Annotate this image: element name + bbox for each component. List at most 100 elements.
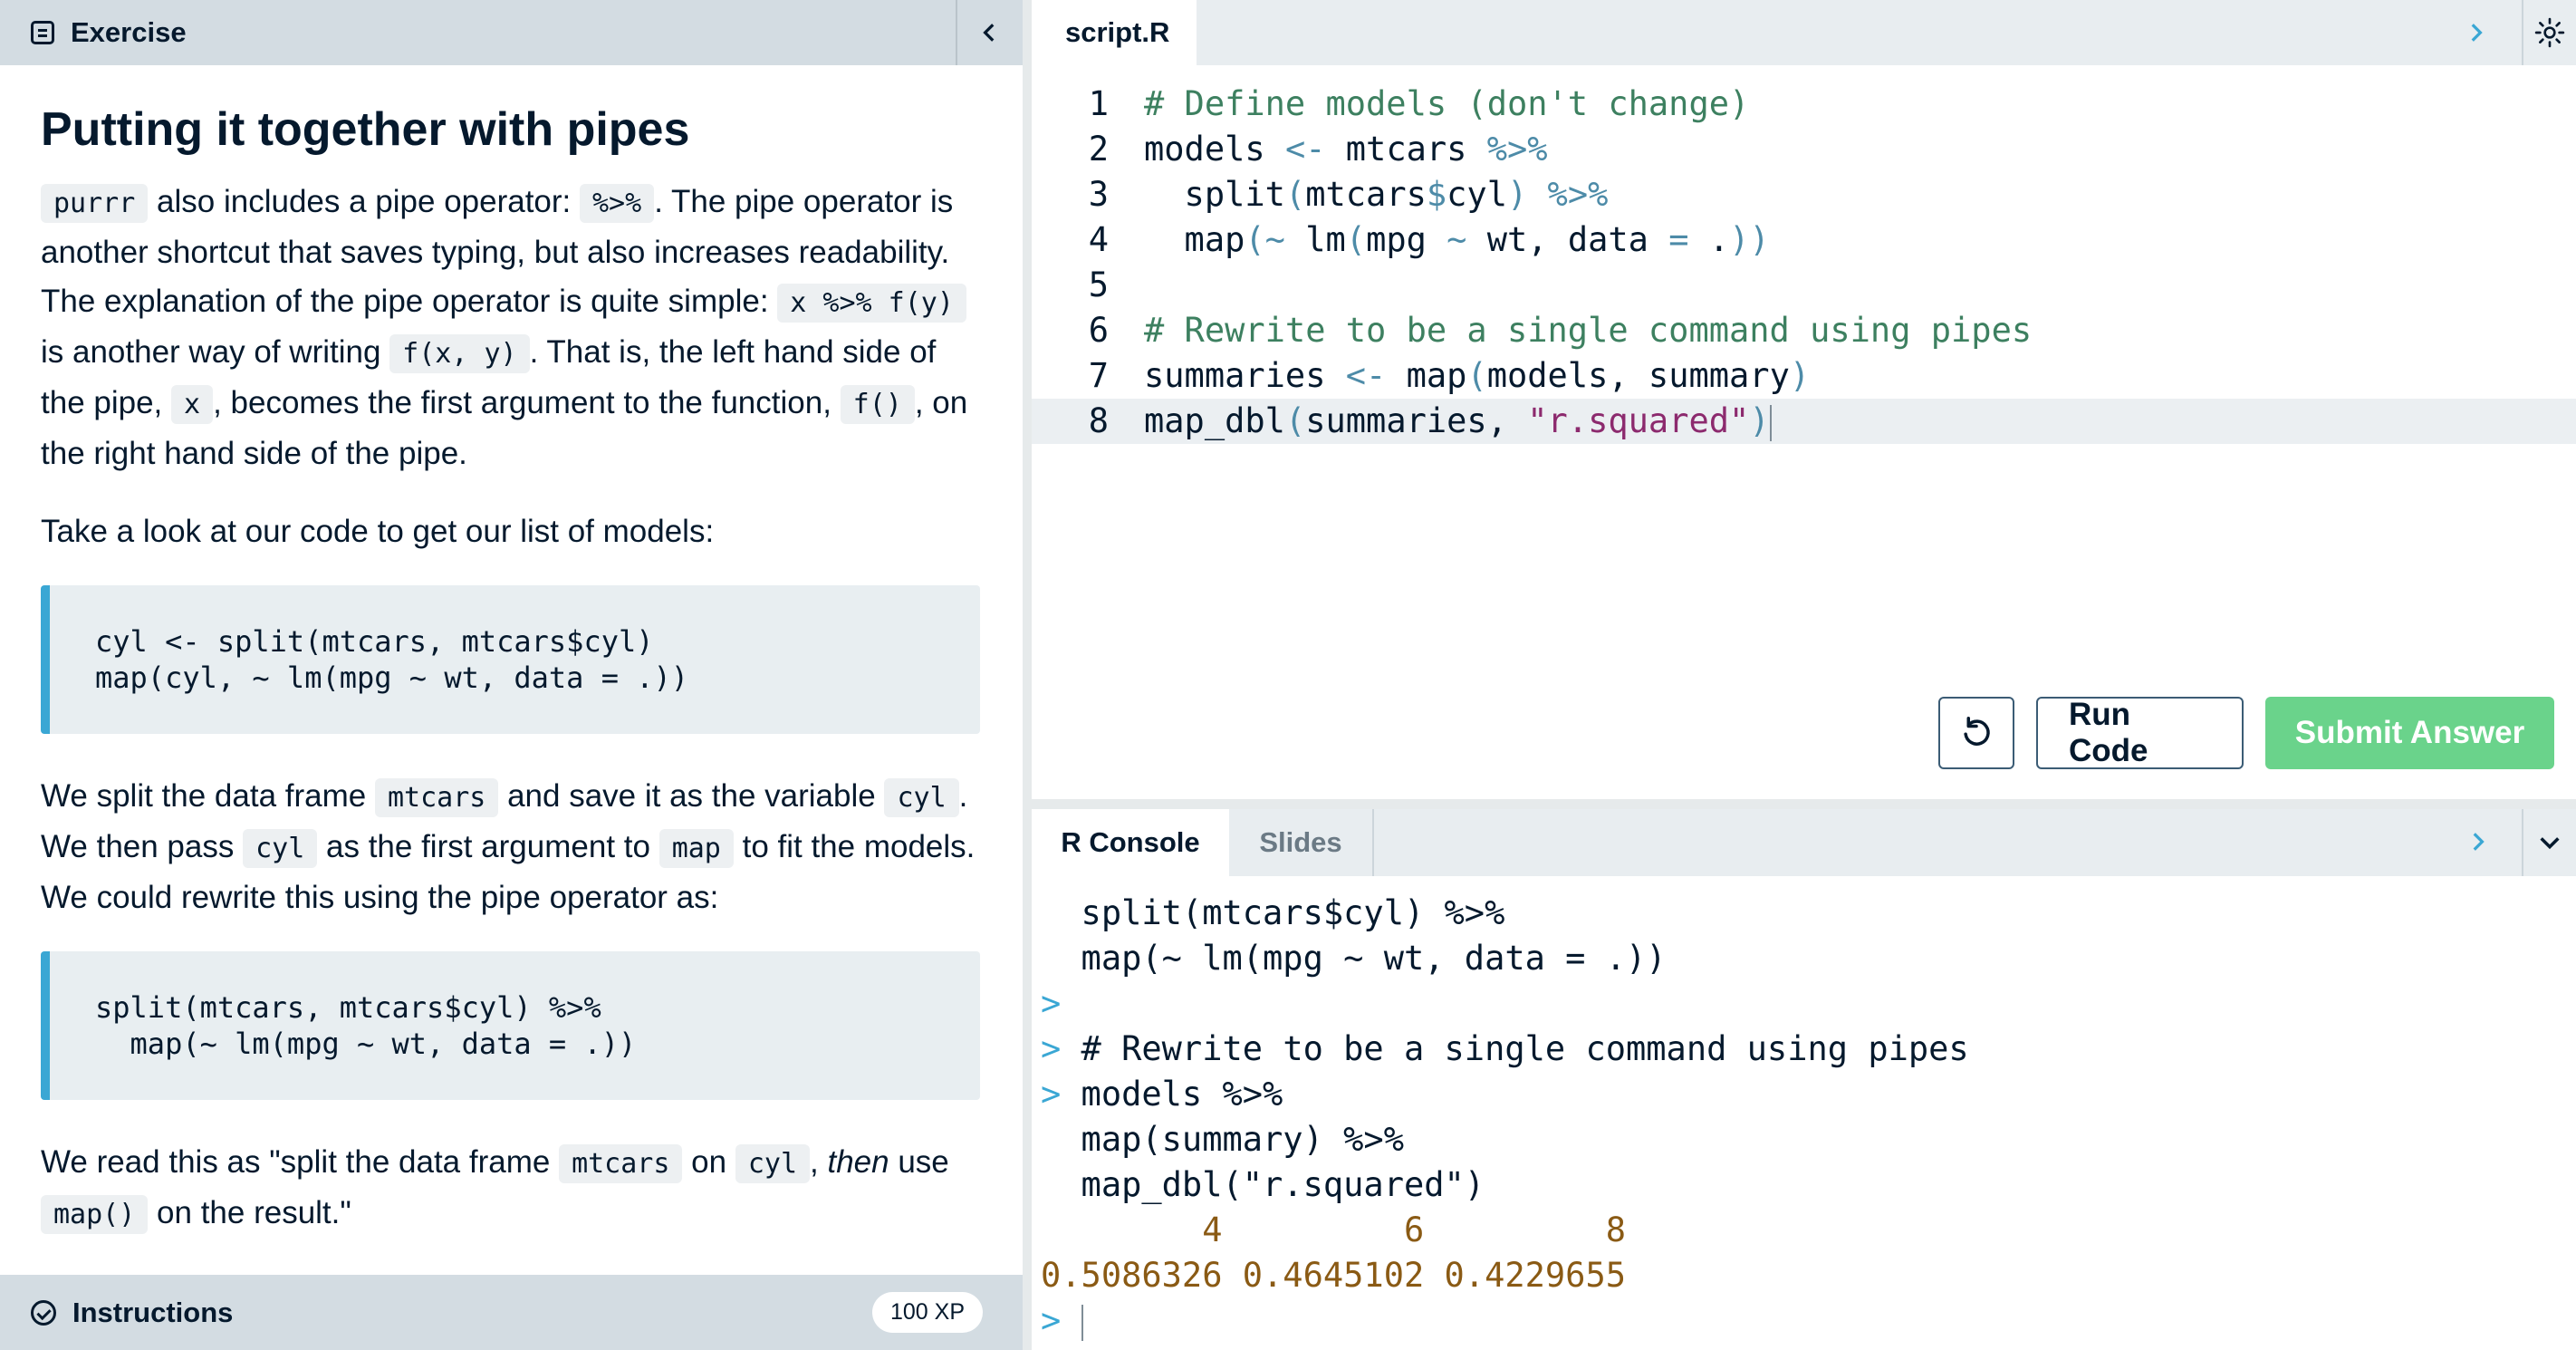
sun-icon: [2534, 17, 2565, 48]
code-token: (: [1284, 175, 1306, 214]
code-token: (~: [1245, 220, 1285, 259]
tab-script-r[interactable]: script.R: [1032, 0, 1197, 65]
code-line[interactable]: 7 summaries <- map(models, summary): [1032, 353, 2576, 399]
code-token: wt, data: [1466, 220, 1669, 259]
console-line: > # Rewrite to be a single command using…: [1041, 1027, 1969, 1072]
line-code: map(~ lm(mpg ~ wt, data = .)): [1144, 217, 1770, 263]
code-token: )): [1729, 220, 1770, 259]
tab-r-console[interactable]: R Console: [1032, 809, 1229, 876]
code-token: <-: [1284, 130, 1326, 169]
code-token: map: [1386, 356, 1467, 395]
code-editor[interactable]: 1 # Define models (don't change) 2 models <…: [1032, 82, 2576, 444]
console-text: map(~ lm(mpg ~ wt, data = .)): [1041, 939, 1667, 978]
exercise-label: Exercise: [71, 16, 187, 48]
code-block-split: cyl <- split(mtcars, mtcars$cyl) map(cyl…: [41, 585, 980, 735]
paragraph-split: We split the data frame mtcars and save …: [41, 772, 981, 922]
inline-code: purrr: [41, 184, 149, 224]
console-text: 0.5086326 0.4645102 0.4229655: [1041, 1256, 1627, 1295]
text: , becomes the first argument to the func…: [213, 385, 841, 421]
console-text: models %>%: [1061, 1075, 1283, 1114]
code-line[interactable]: 8 map_dbl(summaries, "r.squared"): [1032, 399, 2576, 444]
code-token: =: [1668, 220, 1689, 259]
console-line: >: [1041, 981, 1969, 1027]
code-token: %>%: [1486, 130, 1548, 169]
code-token: # Rewrite to be a single command using p…: [1144, 311, 2033, 350]
console-prompt: >: [1041, 1301, 1062, 1340]
theme-toggle-button[interactable]: [2522, 0, 2576, 65]
tab-slides[interactable]: Slides: [1229, 809, 1374, 876]
inline-code: cyl: [735, 1144, 811, 1184]
inline-code: mtcars: [374, 778, 499, 818]
exercise-title: Putting it together with pipes: [41, 103, 690, 156]
code-token: .: [1688, 220, 1730, 259]
exercise-header: Exercise: [0, 0, 1023, 65]
console-line: split(mtcars$cyl) %>%: [1041, 891, 1969, 936]
expand-editor-button[interactable]: [2448, 0, 2503, 65]
console-tab-bar: R Console Slides: [1032, 809, 2576, 876]
code-line[interactable]: 1 # Define models (don't change): [1032, 82, 2576, 127]
console-panel: R Console Slides split(mtcars$cyl) %>% m…: [1032, 809, 2576, 1350]
chevron-right-icon: [2471, 24, 2483, 42]
code-token: # Define models (don't change): [1144, 84, 1750, 123]
code-token: $: [1426, 175, 1447, 214]
inline-code: f(): [840, 385, 915, 425]
exercise-panel: Exercise Putting it together with pipes …: [0, 0, 1023, 1350]
text: on the result.": [148, 1195, 351, 1231]
line-number: 3: [1088, 175, 1109, 214]
console-cursor: [1081, 1304, 1083, 1341]
line-code: map_dbl(summaries, "r.squared"): [1144, 399, 1772, 444]
chevron-down-icon: [2540, 837, 2560, 850]
collapse-panel-button[interactable]: [956, 0, 1023, 65]
submit-answer-button[interactable]: Submit Answer: [2265, 697, 2554, 769]
text: use: [889, 1144, 949, 1181]
chevron-right-icon: [2473, 833, 2485, 851]
instructions-label: Instructions: [72, 1296, 234, 1328]
console-line: 4 6 8: [1041, 1208, 1969, 1253]
code-token: ~: [1447, 220, 1467, 259]
code-token: (: [1345, 220, 1367, 259]
line-number: 6: [1088, 311, 1109, 350]
line-code: models <- mtcars %>%: [1144, 127, 1548, 172]
line-number: 8: [1088, 401, 1109, 440]
code-line[interactable]: 3 split(mtcars$cyl) %>%: [1032, 172, 2576, 217]
line-number: 2: [1088, 130, 1109, 169]
reset-button[interactable]: [1938, 697, 2014, 769]
editor-panel: script.R 1 # Define models (don't change)…: [1032, 0, 2576, 799]
text-cursor: [1769, 404, 1772, 441]
text: on: [682, 1144, 735, 1181]
line-code: # Define models (don't change): [1144, 82, 1749, 127]
collapse-console-button[interactable]: [2522, 809, 2576, 876]
instructions-bar[interactable]: Instructions 100 XP: [0, 1275, 1023, 1350]
code-token: summaries: [1144, 356, 1346, 395]
console-text: map_dbl("r.squared"): [1041, 1165, 1485, 1204]
console-line: >: [1041, 1298, 1969, 1344]
paragraph-look: Take a look at our code to get our list …: [41, 514, 715, 550]
console-text: split(mtcars$cyl) %>%: [1041, 893, 1505, 932]
console-output[interactable]: split(mtcars$cyl) %>% map(~ lm(mpg ~ wt,…: [1041, 891, 1969, 1344]
line-number: 7: [1088, 356, 1109, 395]
code-line[interactable]: 2 models <- mtcars %>%: [1032, 127, 2576, 172]
code-line[interactable]: 5: [1032, 263, 2576, 308]
code-line[interactable]: 4 map(~ lm(mpg ~ wt, data = .)): [1032, 217, 2576, 263]
run-code-button[interactable]: Run Code: [2036, 697, 2244, 769]
code-token: summaries,: [1305, 401, 1528, 440]
code-token: <-: [1345, 356, 1387, 395]
code-line[interactable]: 6 # Rewrite to be a single command using …: [1032, 308, 2576, 353]
inline-code: map(): [41, 1195, 149, 1235]
text: also includes a pipe operator:: [148, 184, 580, 220]
code-token: ): [1749, 401, 1770, 440]
code-token: split: [1144, 175, 1285, 214]
text: We split the data frame: [41, 778, 375, 815]
line-number: 5: [1088, 265, 1109, 304]
inline-code: f(x, y): [389, 334, 530, 374]
inline-code: %>%: [580, 184, 655, 224]
inline-code: x: [171, 385, 214, 425]
xp-badge: 100 XP: [871, 1292, 983, 1333]
code-token: cyl: [1447, 175, 1507, 214]
expand-console-button[interactable]: [2450, 809, 2504, 874]
code-token: ): [1789, 356, 1811, 395]
document-icon: [31, 21, 54, 44]
chevron-left-icon: [983, 24, 995, 42]
console-text: map(summary) %>%: [1041, 1120, 1404, 1159]
